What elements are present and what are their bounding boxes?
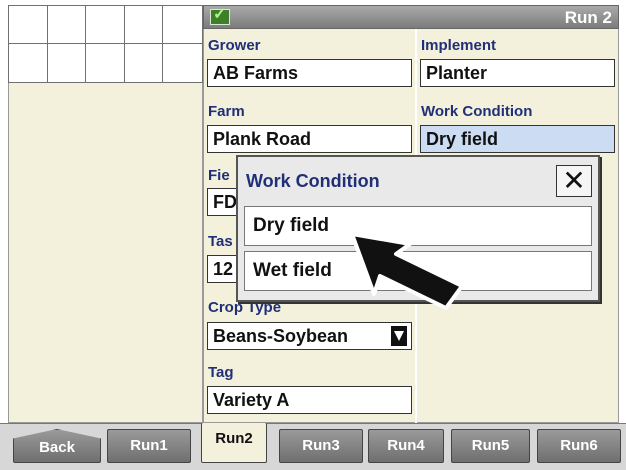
tab-run6[interactable]: Run6 — [537, 429, 621, 463]
tab-run2[interactable]: Run2 — [201, 423, 267, 463]
tab-run5[interactable]: Run5 — [451, 429, 530, 463]
tab-run1[interactable]: Run1 — [107, 429, 191, 463]
tab-bar-divider — [0, 423, 626, 424]
tab-run3[interactable]: Run3 — [279, 429, 363, 463]
pointer-arrow-icon — [350, 232, 464, 310]
tab-bar: Back Run1 Run2 Run3 Run4 Run5 Run6 — [0, 423, 626, 470]
tab-back[interactable]: Back — [13, 429, 101, 463]
tab-run4[interactable]: Run4 — [368, 429, 444, 463]
display-screen: ✓ Run 2 Grower AB Farms Implement Plante… — [0, 0, 626, 470]
